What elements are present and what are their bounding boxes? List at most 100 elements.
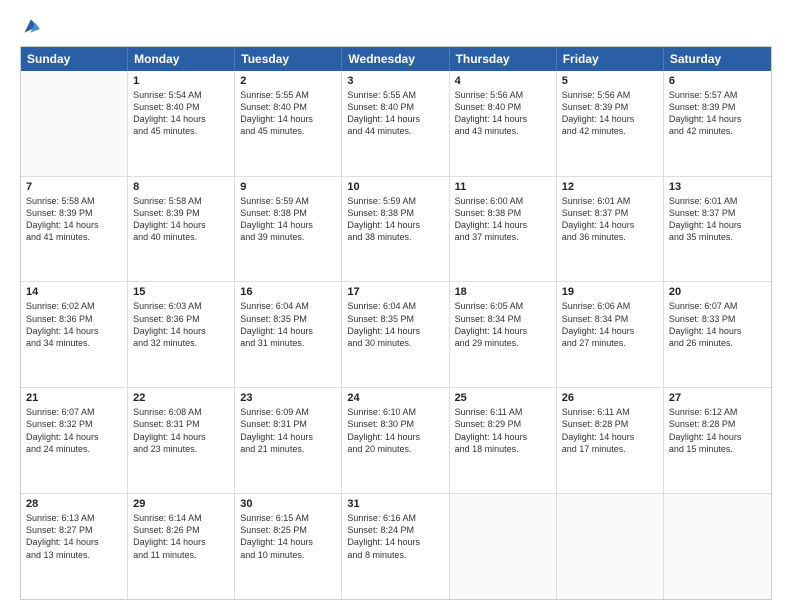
calendar-row-1: 1 Sunrise: 5:54 AM Sunset: 8:40 PM Daylig… bbox=[21, 71, 771, 177]
header bbox=[20, 16, 772, 36]
calendar-cell: 26 Sunrise: 6:11 AM Sunset: 8:28 PM Dayli… bbox=[557, 388, 664, 493]
calendar-cell bbox=[664, 494, 771, 599]
day-number: 11 bbox=[455, 181, 551, 193]
day-number: 5 bbox=[562, 75, 658, 87]
day-number: 30 bbox=[240, 498, 336, 510]
cell-content: Sunrise: 5:58 AM Sunset: 8:39 PM Dayligh… bbox=[133, 195, 229, 244]
cell-content: Sunrise: 6:13 AM Sunset: 8:27 PM Dayligh… bbox=[26, 512, 122, 561]
calendar-row-3: 14 Sunrise: 6:02 AM Sunset: 8:36 PM Dayli… bbox=[21, 282, 771, 388]
calendar-cell: 29 Sunrise: 6:14 AM Sunset: 8:26 PM Dayli… bbox=[128, 494, 235, 599]
cell-content: Sunrise: 6:06 AM Sunset: 8:34 PM Dayligh… bbox=[562, 300, 658, 349]
cell-content: Sunrise: 6:07 AM Sunset: 8:33 PM Dayligh… bbox=[669, 300, 766, 349]
calendar-cell: 24 Sunrise: 6:10 AM Sunset: 8:30 PM Dayli… bbox=[342, 388, 449, 493]
calendar-header: SundayMondayTuesdayWednesdayThursdayFrid… bbox=[21, 47, 771, 71]
cell-content: Sunrise: 6:04 AM Sunset: 8:35 PM Dayligh… bbox=[347, 300, 443, 349]
day-number: 14 bbox=[26, 286, 122, 298]
calendar-cell: 10 Sunrise: 5:59 AM Sunset: 8:38 PM Dayli… bbox=[342, 177, 449, 282]
cell-content: Sunrise: 6:01 AM Sunset: 8:37 PM Dayligh… bbox=[669, 195, 766, 244]
page: SundayMondayTuesdayWednesdayThursdayFrid… bbox=[0, 0, 792, 612]
day-number: 19 bbox=[562, 286, 658, 298]
cell-content: Sunrise: 5:55 AM Sunset: 8:40 PM Dayligh… bbox=[240, 89, 336, 138]
calendar-cell: 12Sunrise: 6:01 AM Sunset: 8:37 PM Dayli… bbox=[557, 177, 664, 282]
calendar-body: 1 Sunrise: 5:54 AM Sunset: 8:40 PM Daylig… bbox=[21, 71, 771, 599]
day-number: 18 bbox=[455, 286, 551, 298]
calendar-cell: 8Sunrise: 5:58 AM Sunset: 8:39 PM Daylig… bbox=[128, 177, 235, 282]
day-number: 17 bbox=[347, 286, 443, 298]
calendar-cell: 22 Sunrise: 6:08 AM Sunset: 8:31 PM Dayli… bbox=[128, 388, 235, 493]
cell-content: Sunrise: 6:11 AM Sunset: 8:29 PM Dayligh… bbox=[455, 406, 551, 455]
calendar-cell bbox=[21, 71, 128, 176]
day-number: 10 bbox=[347, 181, 443, 193]
header-day-friday: Friday bbox=[557, 47, 664, 71]
calendar-cell: 14 Sunrise: 6:02 AM Sunset: 8:36 PM Dayli… bbox=[21, 282, 128, 387]
day-number: 26 bbox=[562, 392, 658, 404]
cell-content: Sunrise: 6:10 AM Sunset: 8:30 PM Dayligh… bbox=[347, 406, 443, 455]
calendar-cell: 25 Sunrise: 6:11 AM Sunset: 8:29 PM Dayli… bbox=[450, 388, 557, 493]
cell-content: Sunrise: 5:54 AM Sunset: 8:40 PM Dayligh… bbox=[133, 89, 229, 138]
cell-content: Sunrise: 5:59 AM Sunset: 8:38 PM Dayligh… bbox=[240, 195, 336, 244]
calendar-cell: 11Sunrise: 6:00 AM Sunset: 8:38 PM Dayli… bbox=[450, 177, 557, 282]
day-number: 6 bbox=[669, 75, 766, 87]
calendar-cell: 3 Sunrise: 5:55 AM Sunset: 8:40 PM Daylig… bbox=[342, 71, 449, 176]
calendar-cell bbox=[450, 494, 557, 599]
calendar-cell: 6 Sunrise: 5:57 AM Sunset: 8:39 PM Daylig… bbox=[664, 71, 771, 176]
cell-content: Sunrise: 6:05 AM Sunset: 8:34 PM Dayligh… bbox=[455, 300, 551, 349]
logo bbox=[20, 16, 40, 36]
cell-content: Sunrise: 5:56 AM Sunset: 8:40 PM Dayligh… bbox=[455, 89, 551, 138]
cell-content: Sunrise: 5:59 AM Sunset: 8:38 PM Dayligh… bbox=[347, 195, 443, 244]
calendar-cell: 2 Sunrise: 5:55 AM Sunset: 8:40 PM Daylig… bbox=[235, 71, 342, 176]
header-day-tuesday: Tuesday bbox=[235, 47, 342, 71]
calendar-cell: 9 Sunrise: 5:59 AM Sunset: 8:38 PM Daylig… bbox=[235, 177, 342, 282]
cell-content: Sunrise: 5:56 AM Sunset: 8:39 PM Dayligh… bbox=[562, 89, 658, 138]
day-number: 9 bbox=[240, 181, 336, 193]
calendar-cell: 1 Sunrise: 5:54 AM Sunset: 8:40 PM Daylig… bbox=[128, 71, 235, 176]
day-number: 27 bbox=[669, 392, 766, 404]
calendar-cell: 15Sunrise: 6:03 AM Sunset: 8:36 PM Dayli… bbox=[128, 282, 235, 387]
cell-content: Sunrise: 6:11 AM Sunset: 8:28 PM Dayligh… bbox=[562, 406, 658, 455]
calendar-cell: 23Sunrise: 6:09 AM Sunset: 8:31 PM Dayli… bbox=[235, 388, 342, 493]
cell-content: Sunrise: 6:09 AM Sunset: 8:31 PM Dayligh… bbox=[240, 406, 336, 455]
day-number: 2 bbox=[240, 75, 336, 87]
calendar-cell: 19 Sunrise: 6:06 AM Sunset: 8:34 PM Dayli… bbox=[557, 282, 664, 387]
day-number: 22 bbox=[133, 392, 229, 404]
calendar-cell: 20 Sunrise: 6:07 AM Sunset: 8:33 PM Dayli… bbox=[664, 282, 771, 387]
day-number: 20 bbox=[669, 286, 766, 298]
day-number: 24 bbox=[347, 392, 443, 404]
header-day-monday: Monday bbox=[128, 47, 235, 71]
calendar-cell: 4 Sunrise: 5:56 AM Sunset: 8:40 PM Daylig… bbox=[450, 71, 557, 176]
cell-content: Sunrise: 6:02 AM Sunset: 8:36 PM Dayligh… bbox=[26, 300, 122, 349]
cell-content: Sunrise: 6:04 AM Sunset: 8:35 PM Dayligh… bbox=[240, 300, 336, 349]
calendar-cell: 30 Sunrise: 6:15 AM Sunset: 8:25 PM Dayli… bbox=[235, 494, 342, 599]
cell-content: Sunrise: 6:01 AM Sunset: 8:37 PM Dayligh… bbox=[562, 195, 658, 244]
calendar-cell: 28 Sunrise: 6:13 AM Sunset: 8:27 PM Dayli… bbox=[21, 494, 128, 599]
calendar-cell: 13 Sunrise: 6:01 AM Sunset: 8:37 PM Dayli… bbox=[664, 177, 771, 282]
cell-content: Sunrise: 6:15 AM Sunset: 8:25 PM Dayligh… bbox=[240, 512, 336, 561]
calendar-row-2: 7Sunrise: 5:58 AM Sunset: 8:39 PM Daylig… bbox=[21, 177, 771, 283]
cell-content: Sunrise: 5:55 AM Sunset: 8:40 PM Dayligh… bbox=[347, 89, 443, 138]
day-number: 13 bbox=[669, 181, 766, 193]
day-number: 29 bbox=[133, 498, 229, 510]
calendar: SundayMondayTuesdayWednesdayThursdayFrid… bbox=[20, 46, 772, 600]
day-number: 16 bbox=[240, 286, 336, 298]
calendar-cell: 21Sunrise: 6:07 AM Sunset: 8:32 PM Dayli… bbox=[21, 388, 128, 493]
calendar-cell: 5 Sunrise: 5:56 AM Sunset: 8:39 PM Daylig… bbox=[557, 71, 664, 176]
cell-content: Sunrise: 6:07 AM Sunset: 8:32 PM Dayligh… bbox=[26, 406, 122, 455]
day-number: 28 bbox=[26, 498, 122, 510]
header-day-thursday: Thursday bbox=[450, 47, 557, 71]
cell-content: Sunrise: 6:16 AM Sunset: 8:24 PM Dayligh… bbox=[347, 512, 443, 561]
cell-content: Sunrise: 6:14 AM Sunset: 8:26 PM Dayligh… bbox=[133, 512, 229, 561]
day-number: 4 bbox=[455, 75, 551, 87]
cell-content: Sunrise: 6:12 AM Sunset: 8:28 PM Dayligh… bbox=[669, 406, 766, 455]
calendar-cell: 7Sunrise: 5:58 AM Sunset: 8:39 PM Daylig… bbox=[21, 177, 128, 282]
day-number: 3 bbox=[347, 75, 443, 87]
cell-content: Sunrise: 5:57 AM Sunset: 8:39 PM Dayligh… bbox=[669, 89, 766, 138]
calendar-cell: 27 Sunrise: 6:12 AM Sunset: 8:28 PM Dayli… bbox=[664, 388, 771, 493]
cell-content: Sunrise: 5:58 AM Sunset: 8:39 PM Dayligh… bbox=[26, 195, 122, 244]
calendar-cell bbox=[557, 494, 664, 599]
day-number: 1 bbox=[133, 75, 229, 87]
cell-content: Sunrise: 6:03 AM Sunset: 8:36 PM Dayligh… bbox=[133, 300, 229, 349]
cell-content: Sunrise: 6:08 AM Sunset: 8:31 PM Dayligh… bbox=[133, 406, 229, 455]
calendar-row-5: 28 Sunrise: 6:13 AM Sunset: 8:27 PM Dayli… bbox=[21, 494, 771, 599]
day-number: 25 bbox=[455, 392, 551, 404]
calendar-cell: 18 Sunrise: 6:05 AM Sunset: 8:34 PM Dayli… bbox=[450, 282, 557, 387]
